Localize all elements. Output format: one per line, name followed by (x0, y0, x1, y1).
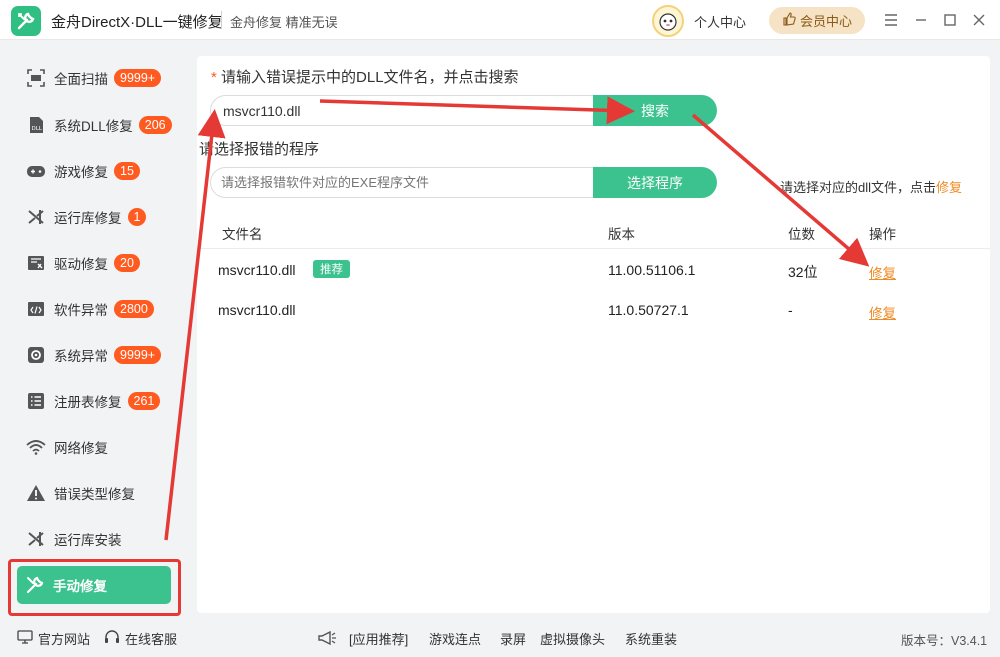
runtime-install-icon (26, 529, 46, 549)
megaphone-icon (317, 629, 337, 647)
code-icon (26, 299, 46, 319)
vip-center-label: 会员中心 (799, 14, 852, 29)
sidebar-item-system-dll[interactable]: DLL 系统DLL修复 206 (18, 106, 178, 144)
fix-link[interactable]: 修复 (869, 302, 896, 322)
sidebar-item-label: 全面扫描 (54, 72, 108, 87)
online-service-label: 在线客服 (125, 632, 178, 647)
sidebar-item-label: 系统DLL修复 (54, 119, 133, 134)
vip-center-button[interactable]: 会员中心 (769, 7, 865, 34)
dll-search-input[interactable] (210, 95, 594, 126)
fix-hint: 请选择对应的dll文件，点击修复 (780, 177, 962, 196)
sidebar-item-registry[interactable]: 注册表修复 261 (18, 382, 178, 420)
sidebar-item-label: 软件异常 (54, 303, 108, 318)
sidebar-item-driver[interactable]: 驱动修复 20 (18, 244, 178, 282)
sidebar-item-label: 运行库安装 (54, 533, 122, 548)
headset-icon (104, 629, 120, 648)
count-badge: 15 (114, 162, 140, 180)
cell-version: 11.0.50727.1 (608, 302, 689, 318)
select-program-button[interactable]: 选择程序 (593, 167, 717, 198)
table-row: msvcr110.dll 11.0.50727.1 - 修复 (197, 290, 990, 330)
count-badge: 20 (114, 254, 140, 272)
warning-icon (26, 483, 46, 503)
monitor-icon (17, 630, 33, 647)
fix-hint-highlight: 修复 (936, 180, 963, 195)
table-row: msvcr110.dll 推荐 11.00.51106.1 32位 修复 (197, 250, 990, 290)
sidebar-item-label: 驱动修复 (54, 257, 108, 272)
table-header: 文件名 版本 位数 操作 (197, 210, 990, 249)
minimize-icon[interactable] (911, 10, 931, 30)
program-path-input[interactable] (210, 167, 594, 198)
sidebar-item-label: 系统异常 (54, 349, 108, 364)
annotation-highlight-box (8, 559, 181, 616)
column-header-action: 操作 (869, 227, 896, 242)
scan-icon (26, 68, 46, 88)
count-badge: 9999+ (114, 346, 162, 364)
personal-center-link[interactable]: 个人中心 (694, 12, 746, 31)
count-badge: 2800 (114, 300, 154, 318)
fix-link[interactable]: 修复 (869, 262, 896, 282)
official-site-link[interactable]: 官方网站 (17, 629, 90, 648)
wifi-icon (26, 437, 46, 457)
cell-bits: 32位 (788, 264, 818, 280)
footer-link-virtual-camera[interactable]: 虚拟摄像头 (540, 629, 605, 648)
fix-hint-text: 请选择对应的dll文件，点击 (780, 180, 937, 195)
thumbs-up-icon (782, 12, 796, 29)
user-avatar[interactable] (652, 5, 684, 37)
sidebar-item-label: 网络修复 (54, 441, 108, 456)
footer-link-screen-record[interactable]: 录屏 (500, 629, 526, 648)
sidebar-item-error-type[interactable]: 错误类型修复 (18, 474, 178, 512)
cell-bits: - (788, 302, 793, 318)
required-star: * (211, 69, 217, 86)
column-header-filename: 文件名 (222, 227, 263, 242)
sidebar-item-network[interactable]: 网络修复 (18, 428, 178, 466)
sidebar-item-label: 运行库修复 (54, 211, 122, 226)
menu-icon[interactable] (881, 10, 901, 30)
sidebar-item-full-scan[interactable]: 全面扫描 9999+ (18, 59, 178, 97)
sidebar-item-label: 错误类型修复 (54, 487, 135, 502)
program-select-prompt: 请选择报错的程序 (199, 141, 320, 158)
sidebar-item-runtime-fix[interactable]: 运行库修复 1 (18, 198, 178, 236)
sidebar-item-label: 注册表修复 (54, 395, 122, 410)
svg-text:DLL: DLL (32, 126, 43, 132)
app-logo-wrench-icon (11, 6, 41, 36)
dll-search-prompt-text: 请输入错误提示中的DLL文件名，并点击搜索 (221, 69, 519, 86)
footer-link-game-clicker[interactable]: 游戏连点 (429, 629, 481, 648)
gear-icon (26, 345, 46, 365)
registry-icon (26, 391, 46, 411)
close-icon[interactable] (969, 10, 989, 30)
sidebar-item-software-error[interactable]: 软件异常 2800 (18, 290, 178, 328)
runtime-icon (26, 207, 46, 227)
search-button[interactable]: 搜索 (593, 95, 717, 126)
count-badge: 9999+ (114, 69, 162, 87)
gamepad-icon (26, 161, 46, 181)
sidebar-item-runtime-install[interactable]: 运行库安装 (18, 520, 178, 558)
dll-icon: DLL (26, 115, 46, 135)
count-badge: 1 (127, 208, 147, 226)
footer: 官方网站 在线客服 [应用推荐] 游戏连点 录屏 虚拟摄像头 系统重装 版本号：… (0, 618, 1000, 657)
title-bar: 金舟DirectX·DLL一键修复 金舟修复 精准无误 个人中心 会员中心 (0, 0, 1000, 40)
dll-search-prompt: * 请输入错误提示中的DLL文件名，并点击搜索 (211, 66, 519, 87)
cell-filename: msvcr110.dll (218, 262, 296, 278)
driver-icon (26, 253, 46, 273)
title-divider (221, 11, 222, 29)
footer-link-system-reinstall[interactable]: 系统重装 (625, 629, 677, 648)
app-title: 金舟DirectX·DLL一键修复 (51, 14, 223, 31)
sidebar-item-system-error[interactable]: 系统异常 9999+ (18, 336, 178, 374)
online-service-link[interactable]: 在线客服 (104, 629, 177, 648)
cell-version: 11.00.51106.1 (608, 262, 696, 278)
recommended-badge: 推荐 (313, 260, 350, 278)
version-label: 版本号：V3.4.1 (901, 634, 988, 648)
official-site-label: 官方网站 (38, 632, 91, 647)
column-header-version: 版本 (608, 227, 635, 242)
sidebar-item-game[interactable]: 游戏修复 15 (18, 152, 178, 190)
cell-filename: msvcr110.dll (218, 302, 296, 318)
count-badge: 206 (138, 116, 172, 134)
maximize-icon[interactable] (940, 10, 960, 30)
sidebar-item-label: 游戏修复 (54, 165, 108, 180)
app-recommend-label: [应用推荐] (349, 632, 409, 647)
column-header-bits: 位数 (788, 227, 815, 242)
count-badge: 261 (127, 392, 161, 410)
app-slogan: 金舟修复 精准无误 (230, 15, 338, 30)
